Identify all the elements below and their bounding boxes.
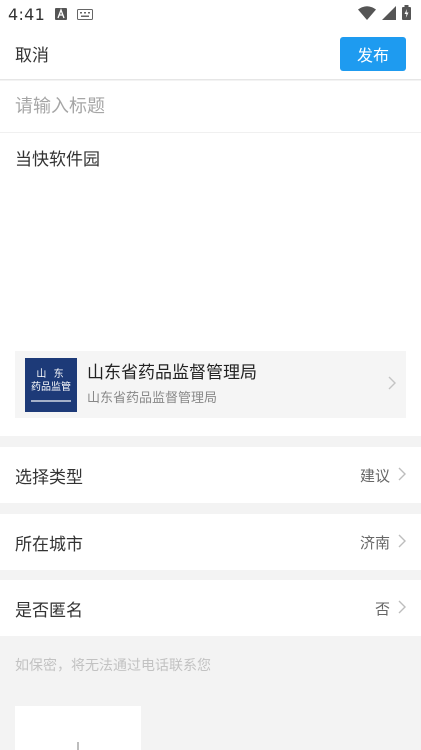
status-bar: 4:41 [0,0,421,28]
org-logo: 山 东 药品监管 [25,357,77,412]
keyboard-icon [77,5,94,24]
org-text: 山东省药品监督管理局 山东省药品监督管理局 [87,361,257,409]
city-row[interactable]: 所在城市 济南 [0,514,421,570]
anonymous-value: 否 [374,599,390,618]
image-upload-box[interactable] [15,706,141,750]
plus-icon [77,742,79,750]
battery-icon [402,4,411,24]
chevron-right-icon [398,466,406,485]
city-label: 所在城市 [15,534,83,555]
wifi-icon [358,5,376,24]
org-logo-rule [31,399,71,402]
content-textarea[interactable]: 当快软件园 [15,145,100,170]
org-card[interactable]: 山 东 药品监管 山东省药品监督管理局 山东省药品监督管理局 [15,351,406,418]
signal-icon [382,5,396,24]
select-type-value: 建议 [359,466,390,485]
title-input[interactable] [0,81,421,133]
city-value: 济南 [359,533,390,552]
chevron-right-icon [398,599,406,618]
a-icon [55,5,68,24]
top-nav-bar: 取消 发布 [0,28,421,80]
status-time: 4:41 [8,4,46,24]
org-logo-line1: 山 东 [36,368,66,380]
org-name: 山东省药品监督管理局 [87,362,257,383]
chevron-right-icon [398,533,406,552]
anonymous-row[interactable]: 是否匿名 否 [0,580,421,636]
post-editor: 当快软件园 山 东 药品监管 山东省药品监督管理局 山东省药品监督管理局 [0,81,421,436]
org-logo-line2: 药品监管 [31,381,71,393]
publish-button[interactable]: 发布 [340,36,406,71]
select-type-label: 选择类型 [15,467,83,488]
anonymous-label: 是否匿名 [15,600,83,621]
select-type-row[interactable]: 选择类型 建议 [0,447,421,503]
chevron-right-icon [388,375,396,394]
anonymous-hint: 如保密，将无法通过电话联系您 [15,658,211,674]
cancel-button[interactable]: 取消 [15,41,49,66]
org-subtitle: 山东省药品监督管理局 [87,390,218,406]
